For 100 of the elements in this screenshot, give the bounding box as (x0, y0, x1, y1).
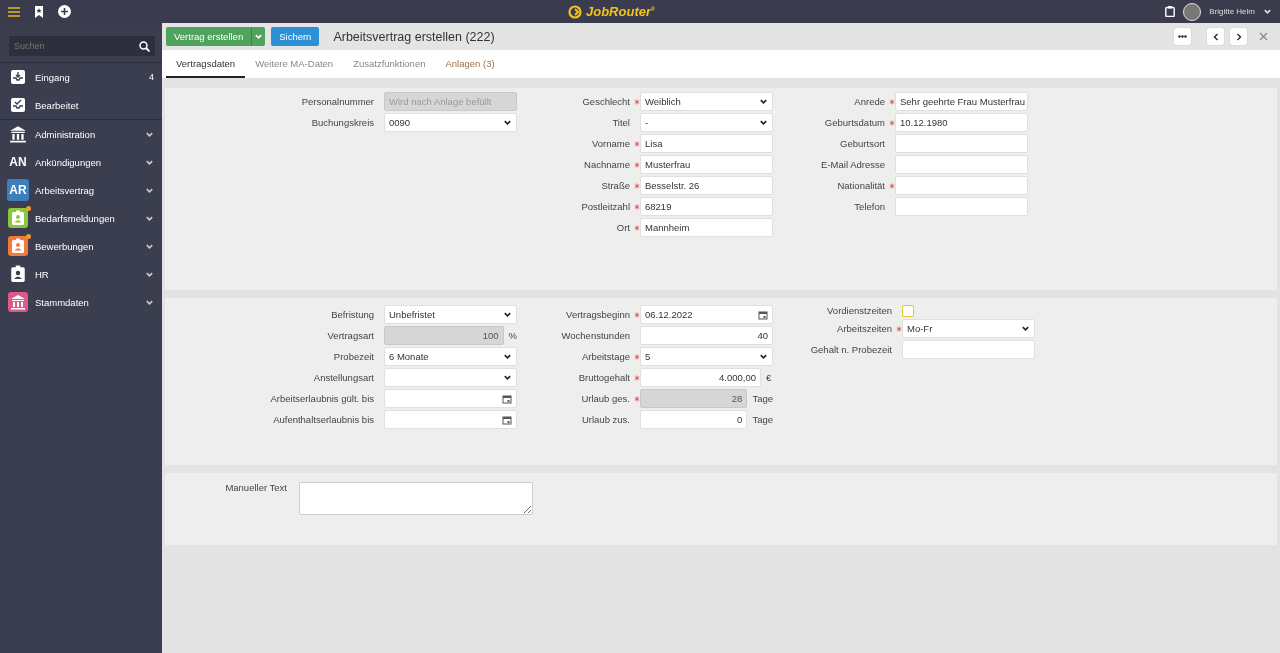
add-icon[interactable] (58, 5, 71, 18)
inbox-check-icon (10, 97, 26, 113)
clipboard-icon[interactable] (1165, 6, 1176, 17)
sidebar-item[interactable]: AN Ankündigungen (0, 148, 162, 176)
field-label: Probezeit (332, 350, 375, 363)
chevron-down-icon (503, 310, 512, 319)
item-count: 4 (149, 72, 154, 82)
calendar-icon[interactable] (502, 393, 512, 404)
tab[interactable]: Weitere MA-Daten (245, 50, 344, 78)
field-label: Geschlecht (581, 95, 631, 108)
unit-label: Tage (752, 414, 773, 425)
chevron-down-icon (1021, 324, 1030, 333)
avatar-icon[interactable] (1183, 2, 1202, 21)
calendar-icon[interactable] (502, 414, 512, 425)
caret-icon (254, 32, 264, 41)
sidebar-item[interactable]: Bedarfsmeldungen (0, 204, 162, 232)
sidebar-item[interactable]: Eingang 4 (0, 63, 162, 91)
user-name[interactable]: Brigitte Helm (1209, 7, 1255, 16)
field-label: Arbeitserlaubnis gült. bis (269, 392, 375, 405)
select-field[interactable]: 5 (640, 347, 773, 366)
field-label: Telefon (853, 200, 886, 213)
sidebar-item[interactable]: Administration (0, 120, 162, 148)
bookmark-icon[interactable] (34, 5, 44, 18)
text-field[interactable]: Musterfrau (640, 155, 773, 174)
date-field[interactable] (384, 389, 517, 408)
tab[interactable]: Vertragsdaten (166, 50, 246, 78)
select-field[interactable]: Weiblich (640, 92, 773, 111)
unit-label: € (766, 372, 772, 383)
date-field[interactable]: 06.12.2022 (640, 305, 773, 324)
search-icon[interactable] (139, 40, 150, 52)
field-label: Manueller Text (224, 482, 288, 494)
field-label: Nationalität (836, 179, 886, 192)
inbox-icon (10, 69, 26, 85)
select-field[interactable]: Mo-Fr (902, 319, 1035, 338)
text-field[interactable]: Lisa (640, 134, 773, 153)
select-field[interactable]: - (640, 113, 773, 132)
sidebar-item[interactable]: Bewerbungen (0, 232, 162, 260)
previous-button[interactable] (1207, 28, 1224, 45)
checkbox[interactable] (902, 305, 914, 317)
field-label: Geburtsdatum (823, 116, 886, 129)
text-field[interactable]: Sehr geehrte Frau Musterfrau (895, 92, 1028, 111)
text-field[interactable]: 10.12.1980 (895, 113, 1028, 132)
calendar-icon[interactable] (758, 309, 768, 320)
page-title: Arbeitsvertrag erstellen (222) (333, 29, 496, 44)
field-label: Nachname (583, 158, 631, 171)
select-field[interactable] (384, 368, 517, 387)
logo-icon (568, 4, 582, 19)
text-field[interactable] (902, 340, 1035, 359)
field-label: Geburtsort (839, 137, 886, 150)
field-label: Arbeitszeiten (836, 322, 893, 335)
field-label: Urlaub ges. (580, 392, 631, 405)
more-icon (1178, 35, 1187, 38)
text-field[interactable] (895, 134, 1028, 153)
field-label: Ort (615, 221, 631, 234)
read-only-field: 28 (640, 389, 748, 408)
field-label: Vertragsbeginn (565, 308, 631, 321)
text-field[interactable]: Mannheim (640, 218, 773, 237)
next-button[interactable] (1230, 28, 1247, 45)
text-field[interactable]: 68219 (640, 197, 773, 216)
field-label: Befristung (330, 308, 375, 321)
chevron-down-icon (1263, 7, 1272, 16)
logo-text: JobRouter$^{®}$ (586, 4, 655, 19)
unit-label: Tage (752, 393, 773, 404)
menu-icon[interactable] (8, 6, 20, 17)
sidebar-item[interactable]: HR (0, 260, 162, 288)
text-field[interactable] (895, 197, 1028, 216)
tab[interactable]: Anlagen (3) (435, 50, 505, 78)
field-label: Buchungskreis (310, 116, 375, 129)
date-field[interactable] (384, 410, 517, 429)
tab[interactable]: Zusatzfunktionen (343, 50, 436, 78)
chevron-down-icon (503, 352, 512, 361)
number-field[interactable]: 40 (640, 326, 773, 345)
sidebar-item[interactable]: Stammdaten (0, 288, 162, 316)
select-field[interactable]: 0090 (384, 113, 517, 132)
number-field[interactable]: 4.000,00 (640, 368, 761, 387)
chevron-down-icon (503, 118, 512, 127)
select-field[interactable]: 6 Monate (384, 347, 517, 366)
field-label: Gehalt n. Probezeit (809, 343, 893, 356)
sidebar-item[interactable]: AR Arbeitsvertrag (0, 176, 162, 204)
number-field[interactable]: 0 (640, 410, 748, 429)
text-field[interactable]: Besselstr. 26 (640, 176, 773, 195)
text-field[interactable] (895, 155, 1028, 174)
id-badge-icon (9, 265, 27, 283)
field-label: Aufenthaltserlaubnis bis (272, 413, 375, 426)
field-label: Vertragsart (326, 329, 375, 342)
select-field[interactable]: Unbefristet (384, 305, 517, 324)
chevron-down-icon (759, 118, 768, 127)
field-label: Anrede (853, 95, 886, 108)
text-field[interactable] (895, 176, 1028, 195)
field-label: Postleitzahl (580, 200, 631, 213)
sidebar-item[interactable]: Bearbeitet (0, 91, 162, 119)
dropdown-button[interactable] (251, 27, 266, 46)
chevron-down-icon (759, 97, 768, 106)
close-icon[interactable] (1259, 32, 1268, 41)
chevron-down-icon (503, 373, 512, 382)
field-label: Wochenstunden (560, 329, 631, 342)
app-tile: AR (7, 179, 29, 201)
menu-abbreviation: AN (9, 155, 27, 169)
field-label: Urlaub zus. (580, 413, 631, 426)
more-button[interactable] (1174, 28, 1191, 45)
